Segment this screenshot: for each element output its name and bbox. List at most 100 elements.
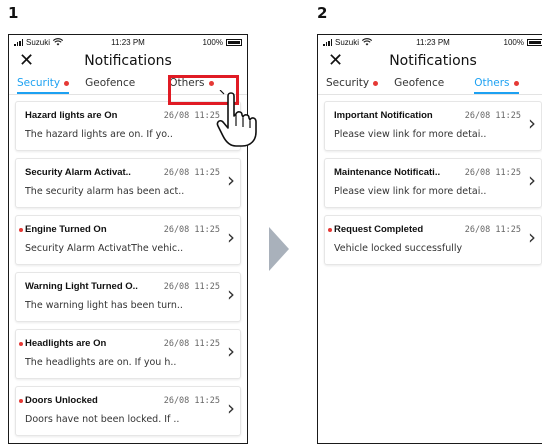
page-title: Notifications (84, 53, 172, 69)
signal-icon (14, 38, 23, 46)
notification-card[interactable]: Doors Unlocked 26/08 11:25 Doors have not … (15, 386, 241, 436)
chevron-right-icon: › (528, 168, 536, 192)
notification-title: Request Completed (334, 224, 424, 235)
chevron-right-icon: › (227, 225, 235, 249)
notification-card[interactable]: Request Completed 26/08 11:25 Vehicle lock… (324, 215, 542, 265)
tab-security-label: Security (326, 77, 370, 89)
notification-title: Headlights are On (25, 338, 107, 349)
notification-body: Doors have not been locked. If .. (25, 414, 180, 425)
notification-date: 26/08 11:25 (163, 281, 220, 292)
close-icon[interactable]: ✕ (328, 52, 343, 70)
notification-body: Please view link for more detai.. (334, 186, 487, 197)
unread-dot (513, 80, 519, 86)
step-number-2: 2 (317, 4, 328, 22)
notification-header: Maintenance Notificati.. 26/08 11:25 (334, 167, 521, 178)
notification-card[interactable]: Hazard lights are On 26/08 11:25 The hazar… (15, 101, 241, 151)
carrier: Suzuki (14, 37, 64, 47)
notification-card[interactable]: Maintenance Notificati.. 26/08 11:25 Pleas… (324, 158, 542, 208)
notification-card[interactable]: Warning Light Turned O.. 26/08 11:25 The w… (15, 272, 241, 322)
tab-others[interactable]: Others (474, 77, 519, 94)
notification-body: Please view link for more detai.. (334, 129, 487, 140)
notification-date: 26/08 11:25 (163, 224, 220, 235)
notification-header: Headlights are On 26/08 11:25 (19, 338, 220, 349)
tab-geofence[interactable]: Geofence (394, 77, 444, 94)
notification-title: Hazard lights are On (25, 110, 118, 121)
status-bar: Suzuki 11:23 PM 100% (9, 35, 247, 49)
notification-date: 26/08 11:25 (163, 110, 220, 121)
notification-card[interactable]: Important Notification 26/08 11:25 Please … (324, 101, 542, 151)
battery-icon (226, 38, 242, 46)
notification-body: The headlights are on. If you h.. (25, 357, 177, 368)
notification-body: The warning light has been turn.. (25, 300, 183, 311)
close-icon[interactable]: ✕ (19, 52, 34, 70)
battery-indicator: 100% (203, 38, 242, 47)
notification-title: Security Alarm Activat.. (25, 167, 131, 178)
unread-dot (19, 342, 23, 346)
notification-date: 26/08 11:25 (163, 167, 220, 178)
tab-security[interactable]: Security (326, 77, 379, 94)
step-number-1: 1 (8, 4, 19, 22)
hand-pointer-icon (216, 90, 257, 147)
chevron-right-icon: › (227, 339, 235, 363)
notification-body: Security Alarm ActivatThe vehic.. (25, 243, 184, 254)
unread-dot (64, 80, 70, 86)
app-header: ✕ Notifications (318, 49, 542, 73)
app-header: ✕ Notifications (9, 49, 247, 73)
notification-date: 26/08 11:25 (163, 395, 220, 406)
notification-date: 26/08 11:25 (464, 167, 521, 178)
notification-list: Important Notification 26/08 11:25 Please … (318, 95, 542, 265)
notification-header: Hazard lights are On 26/08 11:25 (25, 110, 220, 121)
notification-title: Engine Turned On (25, 224, 107, 235)
chevron-right-icon: › (227, 396, 235, 420)
status-bar: Suzuki 11:23 PM 100% (318, 35, 542, 49)
carrier-name: Suzuki (26, 37, 51, 47)
notification-body: The hazard lights are on. If yo.. (25, 129, 173, 140)
battery-icon (527, 38, 542, 46)
chevron-right-icon: › (227, 168, 235, 192)
notification-title: Warning Light Turned O.. (25, 281, 138, 292)
notification-header: Request Completed 26/08 11:25 (328, 224, 521, 235)
carrier-name: Suzuki (335, 37, 360, 47)
notification-body: Vehicle locked successfully (334, 243, 463, 254)
notification-header: Security Alarm Activat.. 26/08 11:25 (25, 167, 220, 178)
tab-geofence-label: Geofence (394, 77, 445, 89)
notification-header: Warning Light Turned O.. 26/08 11:25 (25, 281, 220, 292)
tab-bar: Security Geofence Others (318, 73, 542, 95)
notification-list: Hazard lights are On 26/08 11:25 The hazar… (9, 95, 247, 436)
chevron-right-icon: › (227, 282, 235, 306)
notification-card[interactable]: Headlights are On 26/08 11:25 The headligh… (15, 329, 241, 379)
notification-header: Engine Turned On 26/08 11:25 (19, 224, 220, 235)
carrier: Suzuki (323, 37, 373, 47)
battery-indicator: 100% (504, 38, 542, 47)
signal-icon (323, 38, 332, 46)
unread-dot (19, 399, 23, 403)
battery-percent: 100% (202, 37, 223, 47)
tab-geofence-label: Geofence (85, 77, 136, 89)
page-title: Notifications (389, 53, 477, 69)
battery-percent: 100% (503, 37, 524, 47)
tab-geofence[interactable]: Geofence (85, 77, 135, 94)
tab-security-label: Security (17, 77, 61, 89)
phone-screen-2: Suzuki 11:23 PM 100% ✕ Notifications Sec… (317, 34, 542, 444)
tab-security[interactable]: Security (17, 77, 70, 94)
notification-body: The security alarm has been act.. (25, 186, 185, 197)
notification-header: Important Notification 26/08 11:25 (334, 110, 521, 121)
chevron-right-icon: › (528, 111, 536, 135)
arrow-right-icon (269, 227, 289, 271)
notification-date: 26/08 11:25 (464, 224, 521, 235)
wifi-icon (53, 38, 64, 46)
chevron-right-icon: › (528, 225, 536, 249)
wifi-icon (362, 38, 373, 46)
notification-card[interactable]: Engine Turned On 26/08 11:25 Security Alar… (15, 215, 241, 265)
tab-others-label: Others (474, 77, 510, 89)
notification-date: 26/08 11:25 (163, 338, 220, 349)
unread-dot (19, 228, 23, 232)
unread-dot (373, 80, 379, 86)
notification-title: Maintenance Notificati.. (334, 167, 441, 178)
notification-header: Doors Unlocked 26/08 11:25 (19, 395, 220, 406)
unread-dot (328, 228, 332, 232)
notification-date: 26/08 11:25 (464, 110, 521, 121)
notification-card[interactable]: Security Alarm Activat.. 26/08 11:25 The s… (15, 158, 241, 208)
notification-title: Important Notification (334, 110, 433, 121)
notification-title: Doors Unlocked (25, 395, 98, 406)
